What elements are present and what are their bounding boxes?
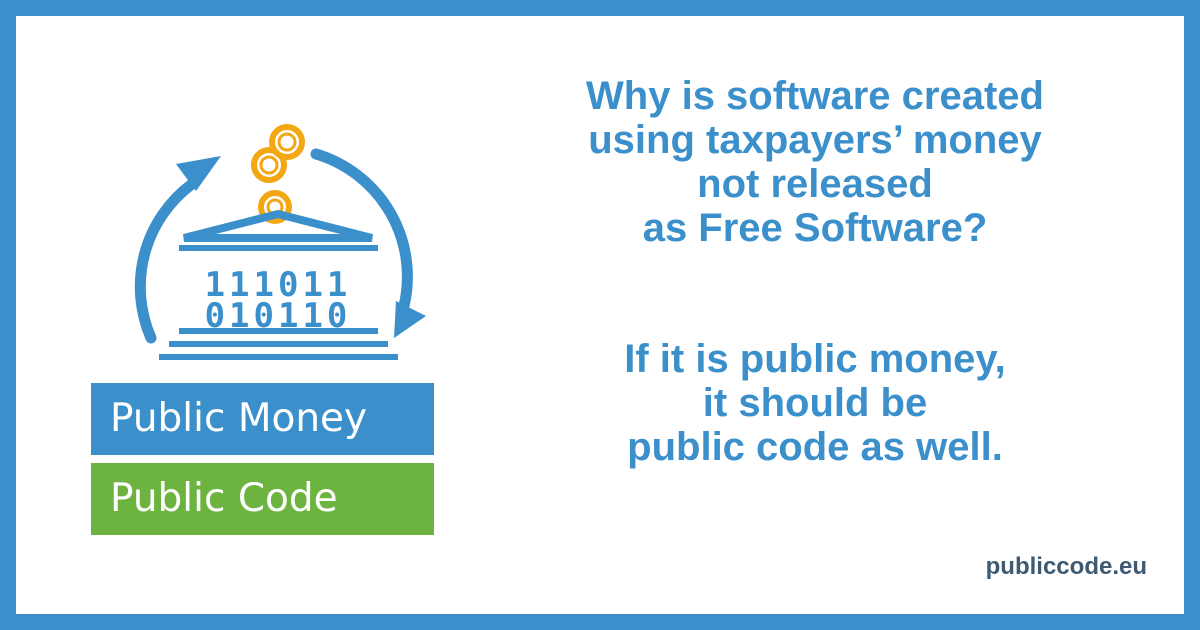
answer-headline: If it is public money, it should be publ… xyxy=(515,337,1115,469)
question-line: not released xyxy=(697,162,933,206)
question-headline: Why is software created using taxpayers’… xyxy=(515,74,1115,250)
page-frame: 111011 010110 Public Money Public Code W… xyxy=(0,0,1200,630)
binary-row-2: 010110 xyxy=(205,296,352,336)
answer-line: public code as well. xyxy=(627,425,1003,469)
answer-line: If it is public money, xyxy=(624,337,1006,381)
site-url: publiccode.eu xyxy=(985,553,1147,580)
arrow-head-bottom-icon xyxy=(394,301,426,338)
question-line: using taxpayers’ money xyxy=(588,118,1042,162)
coins-icon xyxy=(251,124,305,224)
answer-line: it should be xyxy=(702,381,928,425)
public-money-banner: Public Money xyxy=(91,383,434,455)
question-line: as Free Software? xyxy=(642,206,988,250)
public-code-banner: Public Code xyxy=(91,463,434,535)
question-line: Why is software created xyxy=(586,74,1044,118)
